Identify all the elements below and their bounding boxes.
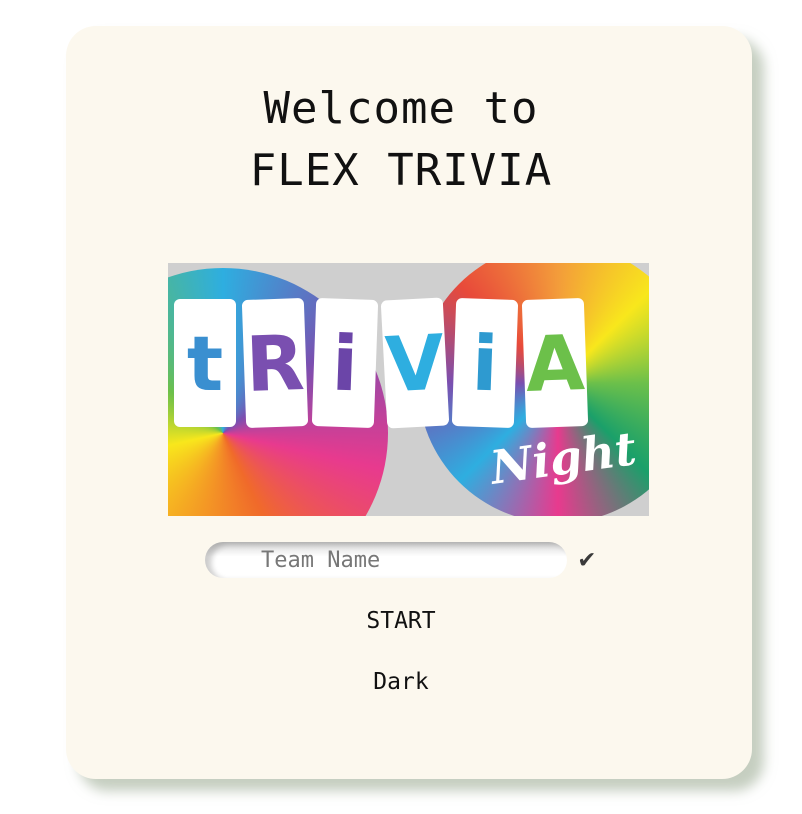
team-name-input[interactable] <box>205 542 567 578</box>
title-line-1: Welcome to <box>263 83 539 134</box>
letter-tile: A <box>521 297 589 429</box>
check-icon[interactable]: ✔ <box>579 544 595 574</box>
letter-tiles: t R i V i A <box>174 297 589 429</box>
title-line-2: FLEX TRIVIA <box>249 145 553 196</box>
dark-mode-button[interactable]: Dark <box>0 669 802 695</box>
page-title: Welcome to FLEX TRIVIA <box>0 78 802 202</box>
letter-tile: R <box>241 297 309 429</box>
letter-tile: i <box>451 297 519 429</box>
letter-tile: t <box>174 299 236 427</box>
letter-tile: i <box>311 297 379 429</box>
trivia-night-banner: t R i V i A Night <box>168 263 649 516</box>
start-button[interactable]: START <box>0 608 802 634</box>
letter-tile: V <box>380 297 450 429</box>
